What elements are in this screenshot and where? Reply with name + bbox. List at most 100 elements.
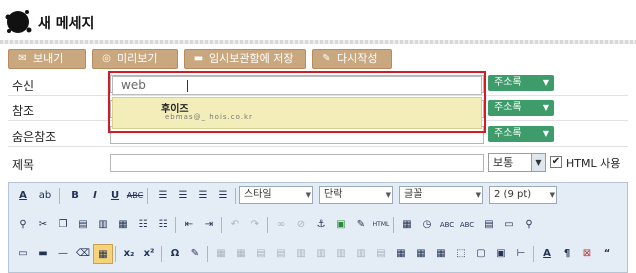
subject-input[interactable] (110, 154, 484, 172)
cc-address-book-button[interactable]: 주소록 ▼ (488, 100, 554, 116)
cell-props-icon[interactable]: ▢ (471, 244, 491, 264)
find-icon[interactable]: ⚲ (13, 215, 33, 235)
layer-icon[interactable]: ▭ (13, 244, 33, 264)
blockquote-icon[interactable]: “ (597, 244, 617, 264)
layer-back-icon[interactable]: ▣ (491, 244, 511, 264)
split-cell-icon[interactable]: ▤ (371, 244, 391, 264)
save-draft-button[interactable]: ▬ 임시보관함에 저장 (184, 49, 306, 69)
toolbar-separator (235, 188, 236, 204)
style-select[interactable]: 스타일 ▼ (239, 186, 313, 204)
eraser-icon[interactable]: ⌫ (73, 244, 93, 264)
preview-button[interactable]: ◎ 미리보기 (92, 49, 178, 69)
html-checkbox[interactable]: ✔ (550, 156, 562, 168)
insert-date-icon[interactable]: ▦ (397, 215, 417, 235)
undo-icon[interactable]: ↶ (225, 215, 245, 235)
row-delete-icon[interactable]: ▥ (291, 244, 311, 264)
align-justify-icon[interactable]: ☰ (213, 186, 233, 206)
send-button[interactable]: ✉ 보내기 (8, 49, 86, 69)
save-draft-label: 임시보관함에 저장 (209, 52, 294, 65)
paragraph-select[interactable]: 단락 ▼ (319, 186, 393, 204)
table-visual-icon[interactable]: ▦ (431, 244, 451, 264)
align-center-icon[interactable]: ☰ (173, 186, 193, 206)
col-delete-icon[interactable]: ▥ (351, 244, 371, 264)
emoticon-icon[interactable]: ✎ (185, 244, 205, 264)
pilcrow-icon[interactable]: ¶ (557, 244, 577, 264)
spellcheck-options-icon[interactable]: ABC (457, 215, 477, 235)
message-toolbar: ✉ 보내기 ◎ 미리보기 ▬ 임시보관함에 저장 ✎ 다시작성 (0, 47, 636, 69)
indent-icon[interactable]: ⇥ (199, 215, 219, 235)
font-color-icon[interactable]: A (13, 186, 33, 206)
font-select[interactable]: 글꼴 ▼ (399, 186, 483, 204)
toolbar-separator (207, 246, 208, 262)
redo-icon[interactable]: ↷ (245, 215, 265, 235)
toolbar-separator (147, 188, 148, 204)
image-icon[interactable]: ▣ (331, 215, 351, 235)
row-before-icon[interactable]: ▤ (251, 244, 271, 264)
horizontal-rule-icon[interactable]: — (53, 244, 73, 264)
paste-icon[interactable]: ▤ (73, 215, 93, 235)
send-label: 보내기 (33, 52, 64, 65)
suggestion-email: ebmas@_ hois.co.kr (165, 113, 253, 121)
align-left-icon[interactable]: ☰ (153, 186, 173, 206)
row-after-icon[interactable]: ▤ (271, 244, 291, 264)
fullscreen-icon[interactable]: ▭ (499, 215, 519, 235)
chevron-down-icon: ▼ (475, 191, 481, 199)
cleanup-icon[interactable]: ✎ (351, 215, 371, 235)
style-props-icon[interactable]: A (537, 244, 557, 264)
italic-icon[interactable]: I (85, 186, 105, 206)
to-label: 수신 (12, 79, 35, 93)
zoom-icon[interactable]: ⚲ (519, 215, 539, 235)
col-before-icon[interactable]: ▥ (311, 244, 331, 264)
font-size-select[interactable]: 2 (9 pt) ▼ (489, 186, 557, 204)
insert-table-icon[interactable]: ▦ (93, 244, 113, 264)
strikethrough-icon[interactable]: ABC (125, 186, 145, 206)
html-source-icon[interactable]: HTML (371, 215, 391, 235)
style-select-value: 스타일 (244, 189, 272, 200)
bullet-list-icon[interactable]: ☷ (133, 215, 153, 235)
numbered-list-icon[interactable]: ☷ (153, 215, 173, 235)
superscript-icon[interactable]: x² (139, 244, 159, 264)
align-right-icon[interactable]: ☰ (193, 186, 213, 206)
col-after-icon[interactable]: ▥ (331, 244, 351, 264)
chevron-down-icon: ▼ (549, 191, 555, 199)
bold-icon[interactable]: B (65, 186, 85, 206)
caret-down-icon: ▼ (542, 129, 549, 138)
table-props-icon[interactable]: ▦ (211, 244, 231, 264)
print-preview-icon[interactable]: ▤ (479, 215, 499, 235)
underline-icon[interactable]: U (105, 186, 125, 206)
to-address-book-button[interactable]: 주소록 ▼ (488, 75, 554, 91)
link-icon[interactable]: ∞ (271, 215, 291, 235)
paste-word-icon[interactable]: ▦ (113, 215, 133, 235)
rewrite-button[interactable]: ✎ 다시작성 (312, 49, 392, 69)
nonbreaking-icon[interactable]: ⊠ (577, 244, 597, 264)
suggestion-item[interactable]: 후이즈 ebmas@_ hois.co.kr (112, 97, 482, 129)
bcc-address-book-button[interactable]: 주소록 ▼ (488, 126, 554, 142)
font-size-select-value: 2 (9 pt) (494, 189, 532, 200)
table-delete-icon[interactable]: ▦ (231, 244, 251, 264)
envelope-icon: ✉ (18, 53, 27, 64)
highlight-color-icon[interactable]: ab (35, 186, 55, 206)
input-field-icon[interactable]: ▬ (33, 244, 53, 264)
ink-blot-icon (5, 10, 32, 33)
title-divider (0, 40, 636, 44)
recipient-input[interactable]: web (112, 76, 482, 95)
outdent-icon[interactable]: ⇤ (179, 215, 199, 235)
text-direction-icon[interactable]: ⊢ (511, 244, 531, 264)
paste-text-icon[interactable]: ▥ (93, 215, 113, 235)
insert-time-icon[interactable]: ◷ (417, 215, 437, 235)
toolbar-separator (533, 246, 534, 262)
copy-icon[interactable]: ❐ (53, 215, 73, 235)
subscript-icon[interactable]: x₂ (119, 244, 139, 264)
editor-toolbar-row-2: ⚲ ✂ ❐ ▤ ▥ ▦ ☷ ☷ ⇤ ⇥ ↶ ↷ ∞ ⊘ ⚓ ▣ ✎ HTML ▦… (13, 214, 623, 236)
cut-icon[interactable]: ✂ (33, 215, 53, 235)
select-cells-icon[interactable]: ⬚ (451, 244, 471, 264)
toolbar-separator (59, 188, 60, 204)
spellcheck-icon[interactable]: ABC (437, 215, 457, 235)
title-bar: 새 메세지 (0, 0, 636, 44)
table-grid-icon[interactable]: ▦ (411, 244, 431, 264)
special-char-icon[interactable]: Ω (165, 244, 185, 264)
anchor-icon[interactable]: ⚓ (311, 215, 331, 235)
priority-select[interactable]: 보통 ▼ (488, 153, 546, 172)
merge-cell-icon[interactable]: ▦ (391, 244, 411, 264)
unlink-icon[interactable]: ⊘ (291, 215, 311, 235)
